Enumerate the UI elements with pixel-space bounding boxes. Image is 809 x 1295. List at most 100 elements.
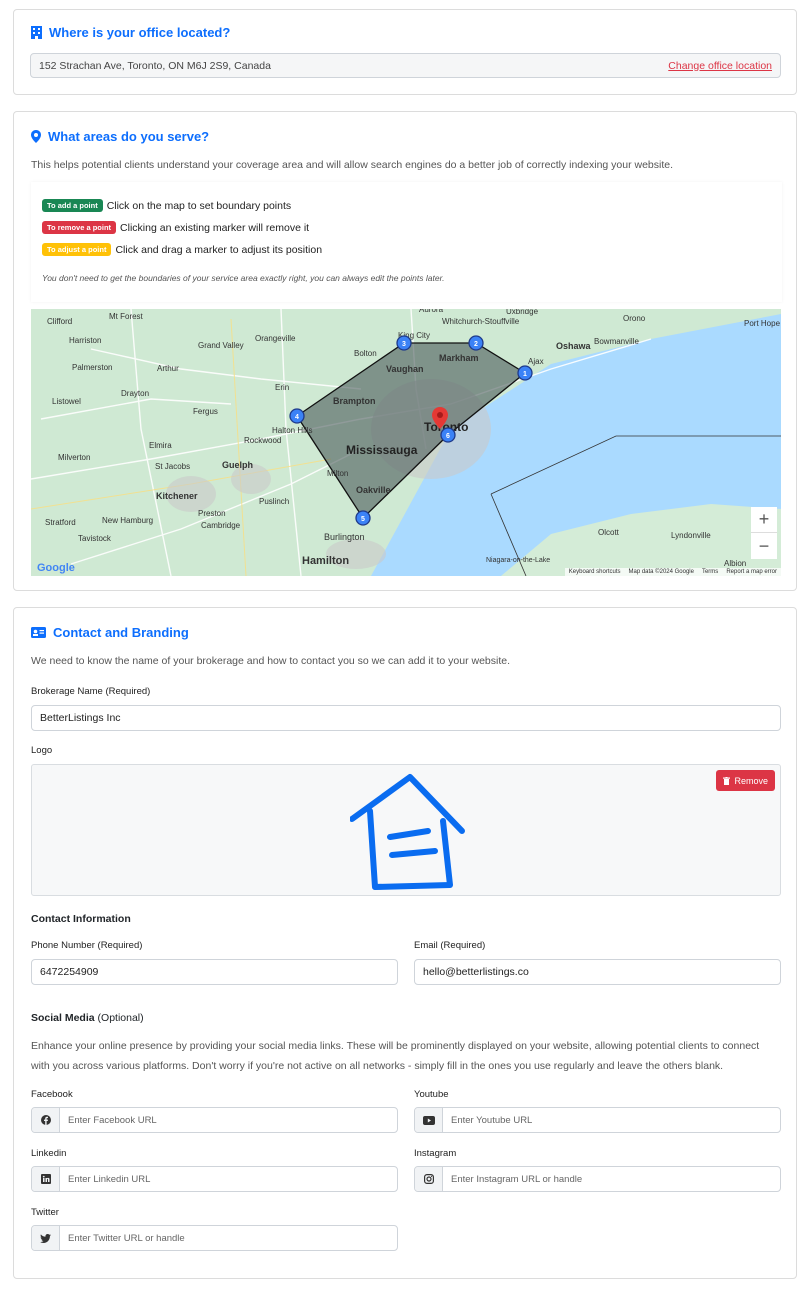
map-label-drayton: Drayton [121, 389, 149, 398]
twitter-icon [32, 1226, 60, 1250]
twitter-label: Twitter [31, 1207, 59, 1218]
office-card: Where is your office located? 152 Strach… [13, 9, 797, 95]
map-label-preston: Preston [198, 509, 226, 518]
map-label-lyndonville: Lyndonville [671, 531, 711, 540]
map-label-erin: Erin [275, 383, 289, 392]
svg-text:6: 6 [446, 433, 450, 440]
map-label-tavistock: Tavistock [78, 534, 112, 543]
map-label-cambridge: Cambridge [201, 521, 241, 530]
terms-link[interactable]: Terms [702, 569, 718, 575]
map-label-kitchener: Kitchener [156, 491, 198, 501]
remove-point-text: Clicking an existing marker will remove … [120, 221, 310, 234]
instructions-panel: To add a point Click on the map to set b… [31, 182, 782, 302]
email-input[interactable]: hello@betterlistings.co [414, 959, 781, 985]
map-label-markham: Markham [439, 353, 479, 363]
map-label-stratford: Stratford [45, 518, 76, 527]
map-label-bowmanville: Bowmanville [594, 337, 639, 346]
remove-logo-button[interactable]: Remove [716, 770, 775, 791]
twitter-input-group[interactable]: Enter Twitter URL or handle [31, 1225, 398, 1251]
areas-title: What areas do you serve? [31, 129, 209, 144]
map-label-albion: Albion [724, 559, 746, 568]
map-label-oakville: Oakville [356, 485, 391, 495]
facebook-url-field[interactable]: Enter Facebook URL [60, 1108, 397, 1132]
report-map-error-link[interactable]: Report a map error [726, 569, 777, 575]
map-label-aurora: Aurora [419, 309, 444, 314]
facebook-icon [32, 1108, 60, 1132]
instruction-adjust: To adjust a point Click and drag a marke… [42, 243, 322, 256]
instagram-url-field[interactable]: Enter Instagram URL or handle [443, 1167, 780, 1191]
areas-description: This helps potential clients understand … [31, 159, 674, 171]
map-label-fergus: Fergus [193, 407, 218, 416]
map-label-mt-forest: Mt Forest [109, 312, 144, 321]
svg-text:5: 5 [361, 516, 365, 523]
map-label-whitchurch: Whitchurch-Stouffville [442, 317, 520, 326]
map-label-grand-valley: Grand Valley [198, 341, 244, 350]
service-area-map[interactable]: Clifford Mt Forest Harriston Grand Valle… [31, 309, 781, 576]
id-card-icon [31, 627, 46, 638]
facebook-label: Facebook [31, 1089, 73, 1100]
office-address-value: 152 Strachan Ave, Toronto, ON M6J 2S9, C… [39, 59, 271, 72]
areas-title-text: What areas do you serve? [48, 129, 210, 144]
map-label-mississauga: Mississauga [346, 443, 418, 457]
svg-text:2: 2 [474, 341, 478, 348]
map-label-puslinch: Puslinch [259, 497, 289, 506]
change-office-location-link[interactable]: Change office location [668, 60, 772, 72]
map-label-st-jacobs: St Jacobs [155, 462, 190, 471]
map-pin-icon [31, 130, 41, 143]
areas-card: What areas do you serve? This helps pote… [13, 111, 797, 591]
remove-logo-label: Remove [734, 775, 768, 786]
map-label-ajax: Ajax [528, 357, 544, 366]
youtube-url-field[interactable]: Enter Youtube URL [443, 1108, 780, 1132]
map-canvas[interactable]: Clifford Mt Forest Harriston Grand Valle… [31, 309, 781, 576]
map-label-elmira: Elmira [149, 441, 172, 450]
phone-input[interactable]: 6472254909 [31, 959, 398, 985]
building-icon [31, 26, 42, 39]
youtube-label: Youtube [414, 1089, 449, 1100]
google-logo: Google [37, 562, 75, 574]
add-point-badge: To add a point [42, 199, 103, 212]
adjust-point-badge: To adjust a point [42, 243, 112, 256]
youtube-input-group[interactable]: Enter Youtube URL [414, 1107, 781, 1133]
map-data-text: Map data ©2024 Google [628, 569, 694, 575]
instagram-input-group[interactable]: Enter Instagram URL or handle [414, 1166, 781, 1192]
instagram-icon [415, 1167, 443, 1191]
contact-card: Contact and Branding We need to know the… [13, 607, 797, 1279]
trash-icon [723, 776, 731, 785]
map-label-bolton: Bolton [354, 349, 377, 358]
linkedin-label: Linkedin [31, 1148, 67, 1159]
contact-title: Contact and Branding [31, 625, 189, 640]
social-heading-text: Social Media [31, 1012, 95, 1024]
svg-text:3: 3 [402, 341, 406, 348]
facebook-input-group[interactable]: Enter Facebook URL [31, 1107, 398, 1133]
map-label-halton-hills: Halton Hills [272, 426, 312, 435]
linkedin-url-field[interactable]: Enter Linkedin URL [60, 1167, 397, 1191]
map-label-milton: Milton [327, 469, 348, 478]
instruction-remove: To remove a point Clicking an existing m… [42, 221, 309, 234]
map-label-harriston: Harriston [69, 336, 101, 345]
map-label-new-hamburg: New Hamburg [102, 516, 153, 525]
keyboard-shortcuts-link[interactable]: Keyboard shortcuts [569, 569, 621, 575]
phone-value: 6472254909 [40, 966, 99, 978]
office-title-text: Where is your office located? [49, 25, 231, 40]
map-label-guelph: Guelph [222, 460, 253, 470]
phone-label: Phone Number (Required) [31, 940, 143, 951]
brokerage-label: Brokerage Name (Required) [31, 686, 151, 697]
email-value: hello@betterlistings.co [423, 966, 529, 978]
map-label-port-hope: Port Hope [744, 319, 781, 328]
linkedin-icon [32, 1167, 60, 1191]
zoom-out-button[interactable]: − [751, 533, 777, 559]
social-heading: Social Media (Optional) [31, 1012, 144, 1024]
map-label-listowel: Listowel [52, 397, 81, 406]
svg-text:4: 4 [295, 414, 299, 421]
social-optional-text: (Optional) [97, 1012, 144, 1024]
zoom-in-button[interactable]: + [751, 507, 777, 533]
twitter-url-field[interactable]: Enter Twitter URL or handle [60, 1226, 397, 1250]
map-label-rockwood: Rockwood [244, 436, 281, 445]
contact-info-heading: Contact Information [31, 913, 131, 925]
map-label-arthur: Arthur [157, 364, 179, 373]
linkedin-input-group[interactable]: Enter Linkedin URL [31, 1166, 398, 1192]
map-label-niagara: Niagara-on-the-Lake [486, 557, 550, 564]
brokerage-name-input[interactable]: BetterListings Inc [31, 705, 781, 731]
map-label-orangeville: Orangeville [255, 334, 296, 343]
email-label: Email (Required) [414, 940, 486, 951]
